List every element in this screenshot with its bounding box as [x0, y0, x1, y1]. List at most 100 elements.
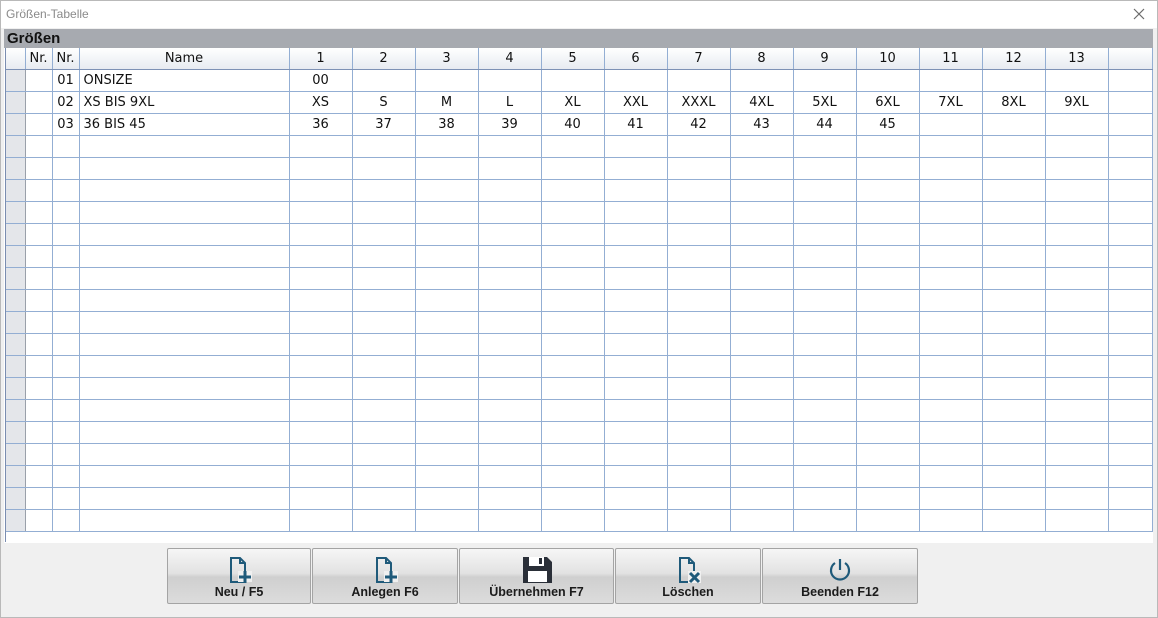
size-value-cell[interactable]: [352, 311, 416, 334]
size-value-cell[interactable]: [730, 421, 794, 444]
table-row[interactable]: [6, 223, 1153, 246]
column-header[interactable]: 8: [730, 48, 794, 70]
row-number-cell[interactable]: 02: [52, 91, 80, 114]
row-selector[interactable]: [6, 135, 26, 158]
size-value-cell[interactable]: [352, 179, 416, 202]
size-value-cell[interactable]: [478, 179, 542, 202]
size-value-cell[interactable]: [667, 465, 731, 488]
size-value-cell[interactable]: S: [352, 91, 416, 114]
size-value-cell[interactable]: [289, 509, 353, 532]
table-cell[interactable]: [1108, 113, 1153, 136]
row-selector[interactable]: [6, 333, 26, 356]
size-value-cell[interactable]: [541, 377, 605, 400]
size-value-cell[interactable]: [415, 201, 479, 224]
table-row[interactable]: [6, 399, 1153, 422]
row-number-cell[interactable]: [52, 509, 80, 532]
size-name-cell[interactable]: [79, 179, 290, 202]
size-name-cell[interactable]: [79, 333, 290, 356]
table-cell[interactable]: [1108, 223, 1153, 246]
size-value-cell[interactable]: [919, 245, 983, 268]
size-value-cell[interactable]: [1045, 157, 1109, 180]
table-row[interactable]: [6, 135, 1153, 158]
size-value-cell[interactable]: [352, 443, 416, 466]
size-value-cell[interactable]: [793, 465, 857, 488]
size-value-cell[interactable]: [541, 267, 605, 290]
table-row[interactable]: 03 36 BIS 45 36 37 38 39 40 41 42 43 44 45: [6, 113, 1153, 136]
size-value-cell[interactable]: [793, 135, 857, 158]
column-header[interactable]: 10: [856, 48, 920, 70]
table-row[interactable]: 01 ONSIZE 00: [6, 69, 1153, 92]
row-selector[interactable]: [6, 201, 26, 224]
size-value-cell[interactable]: [604, 179, 668, 202]
table-row[interactable]: [6, 157, 1153, 180]
size-value-cell[interactable]: [919, 487, 983, 510]
row-selector[interactable]: [6, 91, 26, 114]
size-value-cell[interactable]: [1045, 421, 1109, 444]
size-value-cell[interactable]: [415, 421, 479, 444]
size-value-cell[interactable]: [352, 245, 416, 268]
size-name-cell[interactable]: [79, 465, 290, 488]
size-value-cell[interactable]: [289, 377, 353, 400]
size-value-cell[interactable]: [982, 223, 1046, 246]
size-name-cell[interactable]: [79, 311, 290, 334]
size-value-cell[interactable]: [352, 421, 416, 444]
size-value-cell[interactable]: [289, 157, 353, 180]
table-row[interactable]: 02 XS BIS 9XL XS S M L XL XXL XXXL 4XL 5XL 6XL 7XL 8X…: [6, 91, 1153, 114]
size-value-cell[interactable]: [982, 311, 1046, 334]
size-value-cell[interactable]: [856, 333, 920, 356]
table-cell[interactable]: [1108, 157, 1153, 180]
size-value-cell[interactable]: [982, 443, 1046, 466]
size-value-cell[interactable]: [919, 333, 983, 356]
size-value-cell[interactable]: [667, 267, 731, 290]
size-value-cell[interactable]: [730, 509, 794, 532]
size-value-cell[interactable]: 7XL: [919, 91, 983, 114]
size-value-cell[interactable]: [982, 289, 1046, 312]
size-value-cell[interactable]: [415, 443, 479, 466]
size-value-cell[interactable]: 45: [856, 113, 920, 136]
table-cell[interactable]: [1108, 245, 1153, 268]
size-value-cell[interactable]: [793, 443, 857, 466]
size-value-cell[interactable]: [982, 245, 1046, 268]
size-value-cell[interactable]: [730, 245, 794, 268]
row-number-cell[interactable]: [52, 421, 80, 444]
size-name-cell[interactable]: [79, 421, 290, 444]
size-value-cell[interactable]: [478, 69, 542, 92]
size-value-cell[interactable]: [1045, 333, 1109, 356]
size-value-cell[interactable]: [541, 289, 605, 312]
size-value-cell[interactable]: [982, 465, 1046, 488]
size-value-cell[interactable]: [856, 311, 920, 334]
size-value-cell[interactable]: [415, 289, 479, 312]
size-value-cell[interactable]: [919, 157, 983, 180]
size-value-cell[interactable]: [604, 245, 668, 268]
size-value-cell[interactable]: [730, 223, 794, 246]
size-value-cell[interactable]: [352, 223, 416, 246]
size-value-cell[interactable]: [919, 69, 983, 92]
size-value-cell[interactable]: 44: [793, 113, 857, 136]
size-value-cell[interactable]: [415, 355, 479, 378]
table-row[interactable]: [6, 443, 1153, 466]
size-value-cell[interactable]: [793, 311, 857, 334]
size-value-cell[interactable]: [982, 509, 1046, 532]
row-number-cell[interactable]: [52, 399, 80, 422]
size-value-cell[interactable]: [982, 377, 1046, 400]
size-value-cell[interactable]: [541, 179, 605, 202]
size-value-cell[interactable]: [289, 267, 353, 290]
size-value-cell[interactable]: [667, 223, 731, 246]
size-value-cell[interactable]: [1045, 267, 1109, 290]
size-value-cell[interactable]: [352, 355, 416, 378]
size-value-cell[interactable]: [1045, 179, 1109, 202]
size-name-cell[interactable]: XS BIS 9XL: [79, 91, 290, 114]
size-value-cell[interactable]: [1045, 289, 1109, 312]
size-value-cell[interactable]: [478, 311, 542, 334]
size-value-cell[interactable]: [604, 267, 668, 290]
row-number-cell[interactable]: 01: [52, 69, 80, 92]
size-value-cell[interactable]: 43: [730, 113, 794, 136]
size-value-cell[interactable]: [478, 245, 542, 268]
size-value-cell[interactable]: [415, 465, 479, 488]
size-value-cell[interactable]: [604, 377, 668, 400]
size-value-cell[interactable]: [1045, 377, 1109, 400]
size-value-cell[interactable]: [856, 421, 920, 444]
size-value-cell[interactable]: [982, 179, 1046, 202]
table-cell[interactable]: [25, 223, 53, 246]
size-value-cell[interactable]: 36: [289, 113, 353, 136]
